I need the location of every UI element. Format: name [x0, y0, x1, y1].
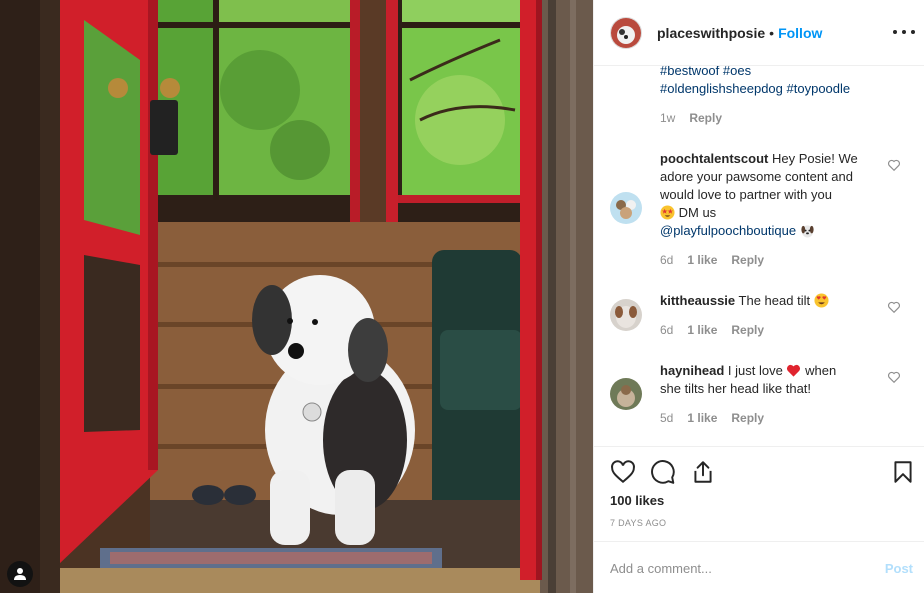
comment-time[interactable]: 6d	[660, 251, 673, 269]
comment-time[interactable]: 6d	[660, 321, 673, 339]
comment-like-icon[interactable]	[887, 158, 901, 172]
hashtag-link[interactable]: #toypoodle	[787, 81, 851, 96]
comment-meta: 6d 1 like Reply	[660, 321, 875, 339]
comment-icon[interactable]	[650, 459, 676, 485]
commenter-avatar[interactable]	[610, 378, 642, 410]
caption-tags: #bestwoof #oes #oldenglishsheepdog #toyp…	[660, 66, 910, 127]
comment-body: haynihead I just love when she tilts her…	[660, 362, 875, 427]
comment-text-line: would love to partner with you	[660, 187, 832, 202]
red-heart-emoji	[787, 364, 801, 377]
comment-text-line: DM us	[660, 204, 875, 222]
save-icon[interactable]	[890, 459, 916, 485]
tagged-users-button[interactable]	[7, 561, 33, 587]
comment-text: The head tilt	[738, 293, 811, 308]
comment-meta: 6d 1 like Reply	[660, 251, 875, 269]
comment-text-line: poochtalentscout Hey Posie! We	[660, 150, 875, 168]
author-avatar[interactable]	[610, 16, 642, 49]
commenter-avatar-image	[610, 378, 642, 410]
post-header: placeswithposie • Follow	[594, 0, 924, 66]
hashtag-link[interactable]: #oes	[723, 66, 751, 78]
comment-like-icon[interactable]	[887, 300, 901, 314]
comment-text: I just love	[727, 363, 783, 378]
post-actions: 100 likes 7 DAYS AGO	[594, 446, 924, 541]
caption-time[interactable]: 1w	[660, 109, 675, 127]
comment-username[interactable]: poochtalentscout	[660, 151, 768, 166]
more-options-icon-dot	[902, 30, 906, 34]
post-comment-button[interactable]: Post	[885, 561, 913, 576]
comment-time[interactable]: 5d	[660, 409, 673, 427]
user-tag-icon	[14, 568, 26, 580]
caption-tags-line: #oldenglishsheepdog #toypoodle	[660, 80, 910, 98]
caption-tags-line: #bestwoof #oes	[660, 66, 910, 80]
comment-text: Hey Posie! We	[771, 151, 858, 166]
comment-text-line: adore your pawsome content and	[660, 169, 853, 184]
comment-reply-button[interactable]: Reply	[731, 321, 764, 339]
comment-likes-count[interactable]: 1 like	[687, 251, 717, 269]
more-options-icon	[893, 30, 897, 34]
comment-likes-count[interactable]: 1 like	[687, 409, 717, 427]
comment-text-line: she tilts her head like that!	[660, 381, 812, 396]
hashtag-link[interactable]: #bestwoof	[660, 66, 719, 78]
author-username[interactable]: placeswithposie	[657, 25, 765, 41]
commenter-avatar-image	[610, 192, 642, 224]
post-photo-illustration	[0, 0, 593, 593]
caption-meta: 1w Reply	[660, 109, 910, 127]
like-icon[interactable]	[610, 459, 636, 485]
dog-emoji	[801, 225, 814, 238]
comment-reply-button[interactable]: Reply	[731, 251, 764, 269]
caption-reply-button[interactable]: Reply	[689, 109, 722, 127]
mention-link[interactable]: @playfulpoochboutique	[660, 223, 796, 238]
share-icon[interactable]	[690, 459, 716, 485]
comment-text: when	[805, 363, 837, 378]
author-avatar-image	[611, 17, 641, 48]
comment-composer: Add a comment... Post	[594, 541, 924, 593]
comment-body: poochtalentscout Hey Posie! We adore you…	[660, 150, 875, 269]
comment-username[interactable]: haynihead	[660, 363, 724, 378]
comment-meta: 5d 1 like Reply	[660, 409, 875, 427]
comment-text-line: haynihead I just love when	[660, 362, 875, 380]
commenter-avatar[interactable]	[610, 299, 642, 331]
commenter-avatar-image	[610, 299, 642, 331]
more-options-icon-dot	[911, 30, 915, 34]
more-options-button[interactable]	[893, 22, 915, 42]
likes-count[interactable]: 100 likes	[610, 493, 664, 508]
heart-eyes-emoji	[814, 293, 829, 308]
comment-body: kittheaussie The head tilt 6d 1 like Rep…	[660, 292, 875, 339]
follow-button[interactable]: Follow	[778, 25, 822, 41]
comment-like-icon[interactable]	[887, 370, 901, 384]
comments-list[interactable]: #bestwoof #oes #oldenglishsheepdog #toyp…	[594, 66, 924, 446]
comment-username[interactable]: kittheaussie	[660, 293, 735, 308]
instagram-post-modal: placeswithposie • Follow #bestwoof #oes …	[0, 0, 924, 593]
hashtag-link[interactable]: #oldenglishsheepdog	[660, 81, 783, 96]
comment-text-line: kittheaussie The head tilt	[660, 292, 875, 310]
comment-reply-button[interactable]: Reply	[731, 409, 764, 427]
header-separator: •	[769, 24, 775, 41]
post-side-panel: placeswithposie • Follow #bestwoof #oes …	[593, 0, 924, 593]
post-image[interactable]	[0, 0, 593, 593]
commenter-avatar[interactable]	[610, 192, 642, 224]
comment-likes-count[interactable]: 1 like	[687, 321, 717, 339]
comment-text-line: @playfulpoochboutique	[660, 222, 875, 240]
add-comment-input[interactable]: Add a comment...	[610, 561, 712, 576]
post-date[interactable]: 7 DAYS AGO	[610, 518, 666, 528]
comment-text: DM us	[678, 205, 717, 220]
star-struck-emoji	[660, 205, 675, 220]
